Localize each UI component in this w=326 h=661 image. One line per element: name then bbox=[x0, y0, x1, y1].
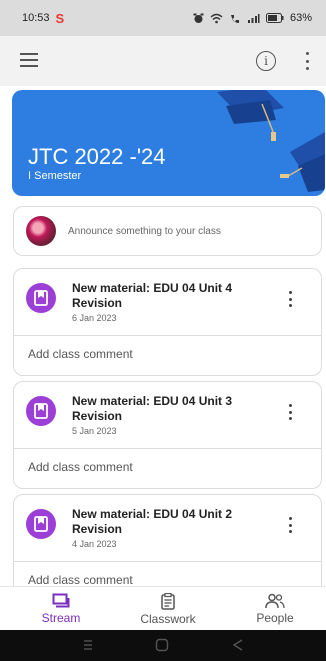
post-card[interactable]: New material: EDU 04 Unit 3 Revision 5 J… bbox=[13, 381, 322, 489]
add-comment-button[interactable]: Add class comment bbox=[28, 573, 133, 587]
alarm-icon bbox=[193, 13, 204, 23]
nav-people-label: People bbox=[256, 611, 294, 625]
nav-stream-label: Stream bbox=[41, 611, 81, 625]
recents-icon[interactable] bbox=[82, 638, 94, 652]
people-icon bbox=[265, 593, 285, 609]
post-more-icon[interactable] bbox=[285, 515, 295, 535]
app-bar: i bbox=[0, 36, 326, 86]
post-date: 4 Jan 2023 bbox=[72, 539, 117, 549]
app-notification-icon: S bbox=[55, 10, 65, 26]
divider bbox=[14, 335, 321, 336]
nav-stream[interactable]: Stream bbox=[16, 587, 106, 631]
battery-icon bbox=[265, 13, 284, 23]
divider bbox=[14, 448, 321, 449]
nav-people[interactable]: People bbox=[230, 587, 320, 631]
post-title: New material: EDU 04 Unit 3 Revision bbox=[72, 394, 233, 423]
divider bbox=[14, 561, 321, 562]
post-card[interactable]: New material: EDU 04 Unit 4 Revision 6 J… bbox=[13, 268, 322, 376]
stream-icon bbox=[52, 593, 70, 608]
post-title: New material: EDU 04 Unit 4 Revision bbox=[72, 281, 233, 310]
post-date: 5 Jan 2023 bbox=[72, 426, 117, 436]
avatar bbox=[26, 216, 56, 246]
add-comment-button[interactable]: Add class comment bbox=[28, 460, 133, 474]
home-icon[interactable] bbox=[155, 638, 169, 652]
system-nav-bar bbox=[0, 630, 326, 661]
announce-box[interactable]: Announce something to your class bbox=[13, 206, 322, 256]
screen: 10:53 S 63% i JTC 2022 -'24 I Semester A… bbox=[0, 0, 326, 661]
nav-classwork[interactable]: Classwork bbox=[123, 587, 213, 631]
announce-placeholder: Announce something to your class bbox=[68, 225, 221, 237]
add-comment-button[interactable]: Add class comment bbox=[28, 347, 133, 361]
battery-percent: 63% bbox=[289, 12, 312, 24]
class-title: JTC 2022 -'24 bbox=[28, 144, 166, 169]
info-icon[interactable]: i bbox=[256, 51, 276, 71]
status-icons: 63% bbox=[193, 12, 312, 24]
class-banner[interactable]: JTC 2022 -'24 I Semester bbox=[12, 90, 325, 196]
post-more-icon[interactable] bbox=[285, 402, 295, 422]
status-bar: 10:53 S 63% bbox=[0, 0, 326, 36]
material-icon bbox=[26, 509, 56, 539]
menu-icon[interactable] bbox=[20, 53, 42, 69]
wifi-icon bbox=[210, 13, 223, 23]
status-time: 10:53 bbox=[22, 12, 50, 24]
bottom-nav: Stream Classwork People bbox=[0, 586, 326, 630]
signal-icon bbox=[247, 13, 260, 23]
back-icon[interactable] bbox=[232, 638, 244, 652]
nav-classwork-label: Classwork bbox=[140, 611, 196, 626]
post-more-icon[interactable] bbox=[285, 289, 295, 309]
more-options-icon[interactable] bbox=[302, 50, 312, 72]
post-title: New material: EDU 04 Unit 2 Revision bbox=[72, 507, 233, 536]
material-icon bbox=[26, 396, 56, 426]
post-date: 6 Jan 2023 bbox=[72, 313, 117, 323]
call-signal-icon bbox=[230, 14, 239, 23]
classwork-icon bbox=[161, 592, 175, 610]
class-section: I Semester bbox=[28, 170, 82, 182]
material-icon bbox=[26, 283, 56, 313]
